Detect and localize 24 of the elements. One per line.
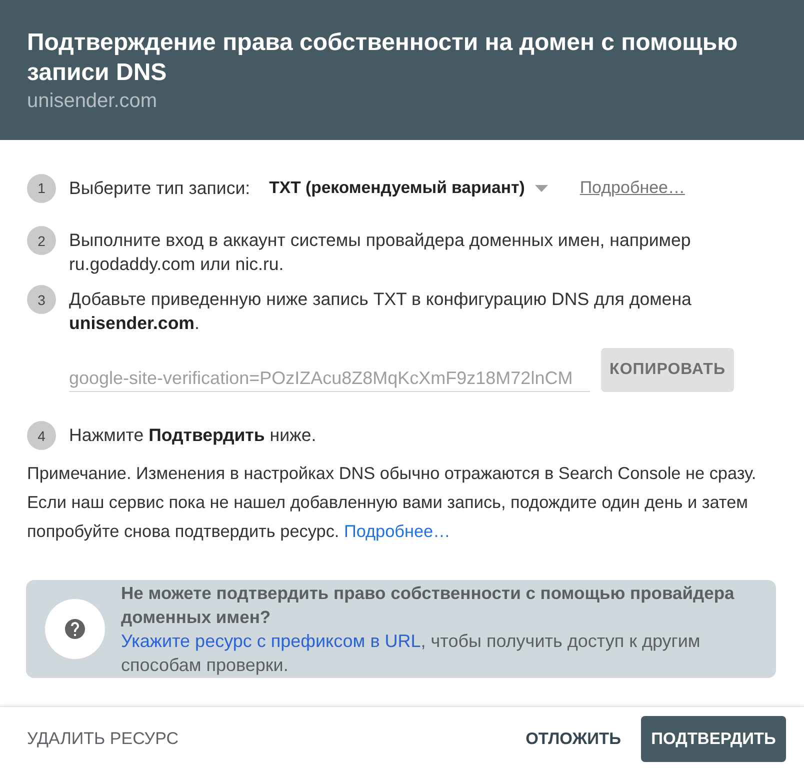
step-number: 1 [27, 174, 56, 202]
step-label: Выберите тип записи: [69, 178, 250, 198]
step-number: 4 [27, 421, 56, 450]
copy-button[interactable]: КОПИРОВАТЬ [601, 348, 734, 392]
help-icon [45, 599, 105, 659]
help-text: Укажите ресурс с префиксом в URL, чтобы получить доступ к другим способам проверки. [121, 630, 702, 677]
learn-more-link[interactable]: Подробнее… [580, 178, 685, 198]
domain-subtitle: unisender.com [27, 89, 158, 114]
record-type-dropdown[interactable]: TXT (рекомендуемый вариант) [269, 172, 548, 204]
verification-record-field[interactable]: google-site-verification=POzIZAcu8Z8MqKcXmF9z18M72lnCM [69, 366, 590, 392]
learn-more-link[interactable]: Подробнее… [344, 521, 450, 541]
step-number: 2 [27, 226, 56, 255]
note-text: Примечание. Изменения в настройках DNS обычно отражаются в Search Console не сразу. Если наш сервис пока не нашел добавленную вами запись, подождите один день и затем попробуйте снова подтвердить ресурс. Подробнее… [27, 462, 758, 543]
step-number: 3 [27, 285, 56, 314]
step-text: Выполните вход в аккаунт системы провайдера доменных имен, например ru.godaddy.com или nic.ru. [69, 229, 692, 276]
step-text: Добавьте приведенную ниже запись TXT в конфигурацию DNS для домена unisender.com. [69, 288, 692, 335]
step-text: Нажмите Подтвердить ниже. [69, 424, 316, 447]
dialog-title: Подтверждение права собственности на домен с помощью записи DNS [27, 28, 739, 88]
delete-resource-button[interactable]: УДАЛИТЬ РЕСУРС [19, 719, 187, 759]
caret-icon [534, 184, 548, 192]
confirm-button[interactable]: ПОДТВЕРДИТЬ [641, 716, 786, 762]
postpone-button[interactable]: ОТЛОЖИТЬ [518, 720, 629, 758]
url-prefix-link[interactable]: Укажите ресурс с префиксом в URL [121, 631, 421, 651]
help-title: Не можете подтвердить право собственности с помощью провайдера доменных имен? [121, 582, 736, 629]
